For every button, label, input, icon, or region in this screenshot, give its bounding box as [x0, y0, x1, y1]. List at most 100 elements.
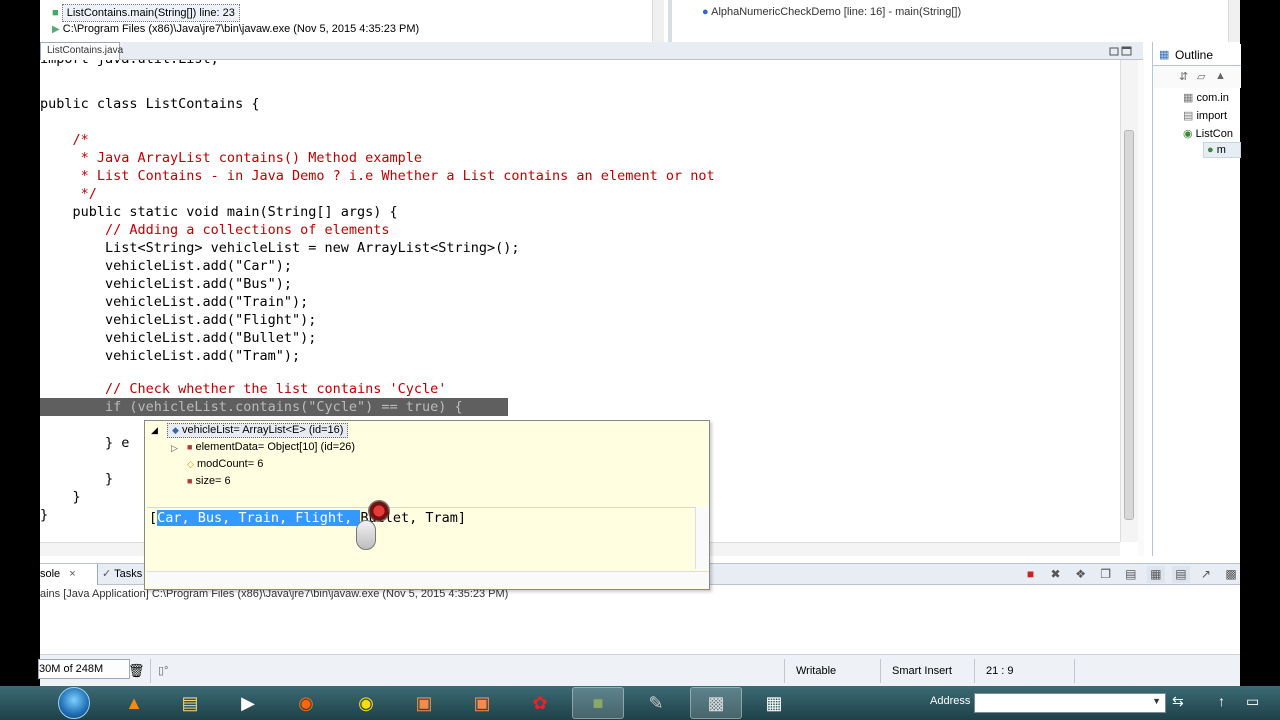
breakpoint-icon: ● [702, 6, 709, 18]
hide-static-icon[interactable]: ▲ [1215, 70, 1226, 82]
variable-detail-text[interactable]: [Car, Bus, Train, Flight, Bullet, Tram] [149, 508, 466, 528]
display-console-icon[interactable]: ▩ [1222, 566, 1240, 583]
code-line: } [40, 471, 114, 487]
chrome-icon[interactable]: ◉ [340, 687, 392, 719]
close-icon[interactable]: × [69, 568, 75, 580]
outline-item-method[interactable]: ● m [1207, 142, 1226, 158]
code-line: vehicleList.add("Car"); [40, 258, 292, 274]
fast-view-icon[interactable]: ▯° [158, 662, 168, 680]
stack-frame-label[interactable]: ListContains.main(String[]) line: 23 [61, 4, 240, 22]
tree-child-row[interactable]: ■ size= 6 [187, 473, 231, 490]
code-line: vehicleList.add("Bullet"); [40, 330, 317, 346]
breakpoints-view: ● AlphaNumericCheckDemo [line: 16] - mai… [672, 0, 1240, 42]
eclipse-icon[interactable]: ■ [572, 687, 624, 719]
pin-icon[interactable]: ↗ [1197, 566, 1215, 583]
up-arrow-icon[interactable]: ↑ [1218, 693, 1225, 709]
code-line: import java.util.List; [40, 60, 219, 68]
popup-horizontal-scrollbar[interactable] [147, 571, 709, 587]
package-icon: ▦ [1183, 92, 1194, 104]
debug-current-line-code: if (vehicleList.contains("Cycle") == tru… [40, 399, 463, 415]
maximize-icon[interactable] [1109, 45, 1133, 57]
breakpoints-scrollbar[interactable] [1228, 0, 1240, 42]
breakpoint-row[interactable]: ● AlphaNumericCheckDemo [line: 16] - mai… [702, 4, 961, 20]
variable-tree: ◢ ◆ vehicleList= ArrayList<E> (id=16) ▷ … [145, 421, 709, 509]
expand-arrow-icon[interactable]: ▷ [171, 440, 178, 457]
imports-icon: ▤ [1183, 110, 1194, 122]
file-explorer-icon[interactable]: ▤ [164, 687, 216, 719]
code-line: public class ListContains { [40, 96, 260, 112]
stack-frame-row[interactable]: ■ ListContains.main(String[]) line: 23 [52, 4, 240, 22]
code-line: vehicleList.add("Train"); [40, 294, 309, 310]
insert-mode-status: Smart Insert [892, 665, 952, 677]
process-label: C:\Program Files (x86)\Java\jre7\bin\jav… [62, 23, 420, 35]
address-input[interactable]: ▼ [974, 693, 1166, 713]
outline-item-package[interactable]: ▦ com.in [1183, 90, 1229, 106]
variable-detail-pane[interactable]: [Car, Bus, Train, Flight, Bullet, Tram] [147, 507, 695, 569]
media-player-icon[interactable]: ▶ [222, 687, 274, 719]
vlc-icon[interactable]: ▲ [108, 687, 160, 719]
variable-hover-popup[interactable]: ◢ ◆ vehicleList= ArrayList<E> (id=16) ▷ … [144, 420, 710, 590]
method-icon: ● [1207, 144, 1214, 156]
tree-root-row[interactable]: ◆ vehicleList= ArrayList<E> (id=16) [167, 423, 349, 438]
comment-line: */ [40, 186, 97, 202]
remove-all-icon[interactable]: ❖ [1072, 566, 1090, 583]
mouse-icon [356, 520, 376, 550]
firefox-icon[interactable]: ◉ [280, 687, 332, 719]
start-button[interactable] [58, 687, 90, 719]
sort-icon[interactable]: ⇵ [1179, 70, 1188, 83]
copy-icon[interactable]: ❐ [1097, 566, 1115, 583]
collapse-arrow-icon[interactable]: ◢ [151, 422, 158, 439]
code-line: } [40, 507, 49, 523]
editor-tabbar: ListContains.java [40, 42, 1143, 60]
console-toolbar: ■ ✖ ❖ ❐ ▤ ▦ ▤ ↗ ▩ [1018, 566, 1241, 584]
debug-view: ■ ListContains.main(String[]) line: 23 ▶… [40, 0, 668, 42]
show-desktop-icon[interactable]: ▭ [1246, 693, 1259, 710]
paint-icon[interactable]: ▦ [748, 687, 800, 719]
tree-child-row[interactable]: ◇ modCount= 6 [187, 456, 263, 473]
screen-capture-icon[interactable]: ▣ [456, 687, 508, 719]
tree-child-row[interactable]: ■ elementData= Object[10] (id=26) [187, 439, 355, 456]
code-line: vehicleList.add("Bus"); [40, 276, 292, 292]
text-selection: Car, Bus, Train, Flight, [157, 510, 361, 526]
comment-line: * Java ArrayList contains() Method examp… [40, 150, 423, 166]
tasks-tab[interactable]: ✓ Tasks [102, 564, 142, 585]
console-tab[interactable]: sole × [40, 564, 98, 585]
outline-item-imports[interactable]: ▤ import [1183, 108, 1227, 124]
code-line: List<String> vehicleList = new ArrayList… [40, 240, 520, 256]
debug-scrollbar[interactable] [652, 0, 664, 42]
save-app-icon[interactable]: ▩ [690, 687, 742, 719]
code-line: vehicleList.add("Tram"); [40, 348, 301, 364]
remove-launch-icon[interactable]: ✖ [1047, 566, 1065, 583]
go-arrow-icon[interactable]: ⇆ [1172, 693, 1184, 710]
screen-recorder-icon[interactable]: ▣ [398, 687, 450, 719]
overview-ruler[interactable] [1138, 60, 1144, 556]
editor-app-icon[interactable]: ✎ [630, 687, 682, 719]
private-field-icon: ■ [187, 476, 193, 486]
comment-line: // Check whether the list contains 'Cycl… [40, 381, 447, 397]
gc-trash-icon[interactable]: 🗑 [128, 662, 145, 680]
heap-status[interactable]: 30M of 248M [38, 659, 130, 679]
outline-toolbar: ⇵ ▱ ▲ [1153, 66, 1241, 88]
code-line: } e [40, 435, 130, 451]
terminate-icon[interactable]: ■ [1022, 566, 1040, 583]
outline-tab[interactable]: ▦ Outline [1153, 44, 1241, 66]
process-row[interactable]: ▶ C:\Program Files (x86)\Java\jre7\bin\j… [52, 21, 419, 37]
popup-vertical-scrollbar[interactable] [695, 507, 709, 569]
editor-scroll-thumb[interactable] [1124, 130, 1134, 520]
app-icon[interactable]: ✿ [514, 687, 566, 719]
outline-item-class[interactable]: ◉ ListCon [1183, 126, 1233, 142]
clear-console-icon[interactable]: ▤ [1122, 566, 1140, 583]
breakpoint-label: AlphaNumericCheckDemo [line: 16] - main(… [711, 6, 962, 18]
outline-tab-label: Outline [1175, 48, 1214, 62]
editor-tab[interactable]: ListContains.java [40, 42, 123, 60]
local-variable-icon: ◆ [172, 425, 179, 435]
stack-frame-icon: ■ [52, 7, 59, 19]
console-output[interactable] [40, 602, 1240, 654]
protected-field-icon: ◇ [187, 459, 194, 469]
dropdown-arrow-icon[interactable]: ▼ [1152, 696, 1161, 706]
hide-fields-icon[interactable]: ▱ [1197, 70, 1205, 83]
scroll-lock-icon[interactable]: ▦ [1146, 566, 1165, 583]
windows-taskbar: ▲ ▤ ▶ ◉ ◉ ▣ ▣ ✿ ■ ✎ ▩ ▦ Address ▼ ⇆ ↑ ▭ [0, 686, 1280, 720]
word-wrap-icon[interactable]: ▤ [1171, 566, 1190, 583]
tree-root-label: vehicleList= ArrayList<E> (id=16) [181, 424, 344, 436]
